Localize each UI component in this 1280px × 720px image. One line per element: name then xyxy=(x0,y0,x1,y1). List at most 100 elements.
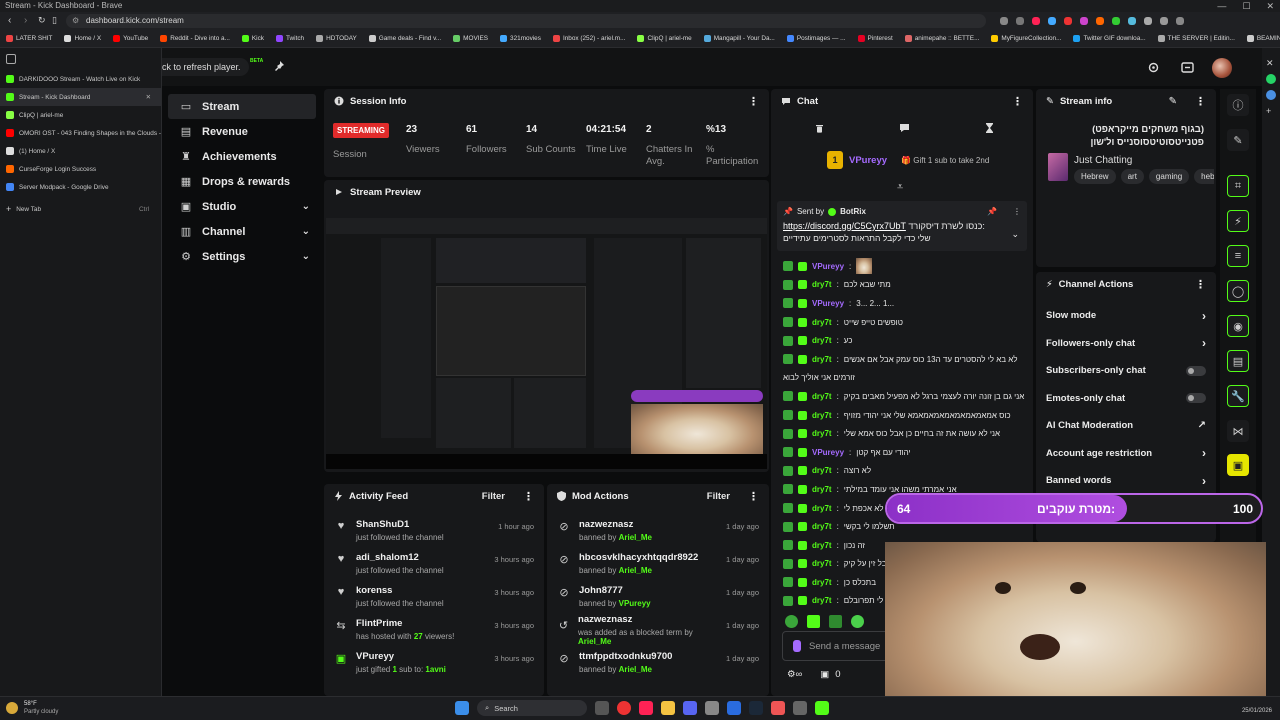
channel-action-subscribers-only-chat[interactable]: Subscribers-only chat xyxy=(1036,357,1216,385)
emote-icon[interactable] xyxy=(851,615,864,628)
expand-chevron-icon[interactable]: ⌄ xyxy=(1011,229,1019,240)
back-icon[interactable]: ‹ xyxy=(8,15,11,26)
chat-username[interactable]: dry7t xyxy=(812,429,832,438)
vertical-tab[interactable]: Server Modpack - Google Drive xyxy=(0,178,161,196)
trash-icon[interactable] xyxy=(815,123,824,133)
pin-tool-icon[interactable] xyxy=(273,60,285,72)
sidebar-item-settings[interactable]: ⚙ Settings ⌄ xyxy=(168,244,316,269)
mod-by-username[interactable]: VPureyy xyxy=(619,599,651,608)
chat-username[interactable]: VPureyy xyxy=(812,262,844,271)
channel-action-followers-only-chat[interactable]: Followers-only chat › xyxy=(1036,330,1216,358)
new-tab-button[interactable]: + New Tab Ctrl xyxy=(0,200,161,218)
menu-icon[interactable] xyxy=(1176,17,1184,25)
vertical-tab[interactable]: (1) Home / X xyxy=(0,142,161,160)
bookmark-item[interactable]: Pinterest xyxy=(857,30,893,47)
channel-action-slow-mode[interactable]: Slow mode › xyxy=(1036,302,1216,330)
bookmark-item[interactable]: Twitch xyxy=(276,30,304,47)
sidebar-item-stream[interactable]: ▭ Stream xyxy=(168,94,316,119)
steam-icon[interactable] xyxy=(749,701,763,715)
sidebar-item-drops[interactable]: ▦ Drops & rewards xyxy=(168,169,316,194)
channel-action-account-age-restriction[interactable]: Account age restriction › xyxy=(1036,440,1216,468)
discord-icon[interactable] xyxy=(683,701,697,715)
zoom-icon[interactable] xyxy=(1000,17,1008,25)
feed-username[interactable]: korenss xyxy=(356,585,444,596)
emote-icon[interactable] xyxy=(829,615,842,628)
chat-username[interactable]: dry7t xyxy=(812,336,832,345)
chat-username[interactable]: VPureyy xyxy=(812,299,844,308)
edit-icon[interactable]: ✎ xyxy=(1169,96,1177,107)
chat-mode-icon[interactable] xyxy=(899,123,910,133)
more-options-icon[interactable]: ⋮ xyxy=(1195,278,1206,291)
chat-username[interactable]: dry7t xyxy=(812,466,832,475)
highlight-icon[interactable]: ▣ xyxy=(1227,454,1249,476)
maximize-button[interactable]: ☐ xyxy=(1242,1,1250,12)
bookmark-item[interactable]: BEAMING MODS xyxy=(1246,30,1280,47)
extension-icon[interactable] xyxy=(1128,17,1136,25)
vertical-tab[interactable]: CurseForge Login Success xyxy=(0,160,161,178)
vertical-tab[interactable]: ClipQ | ariel-me xyxy=(0,106,161,124)
file-explorer-icon[interactable] xyxy=(661,701,675,715)
extension-icon[interactable] xyxy=(1144,17,1152,25)
community-points-icon[interactable]: ⚙∞ xyxy=(787,669,802,680)
reload-icon[interactable]: ↻ xyxy=(38,15,46,26)
crop-icon[interactable]: ⌗ xyxy=(1227,175,1249,197)
bookmark-item[interactable]: animepahe :: BETTE... xyxy=(904,30,979,47)
mod-by-username[interactable]: Ariel_Me xyxy=(619,665,652,674)
more-options-icon[interactable]: ⋮ xyxy=(523,490,534,503)
chat-username[interactable]: VPureyy xyxy=(812,448,844,457)
bookmark-item[interactable]: Home / X xyxy=(64,30,101,47)
site-info-icon[interactable]: ⚙ xyxy=(72,14,79,28)
bookmark-item[interactable]: Inbox (252) - ariel.m... xyxy=(552,30,625,47)
more-options-icon[interactable]: ⋮ xyxy=(748,95,759,108)
chat-username[interactable]: dry7t xyxy=(812,578,832,587)
chat-username[interactable]: dry7t xyxy=(812,355,832,364)
channel-action-ai-chat-moderation[interactable]: AI Chat Moderation ↗ xyxy=(1036,412,1216,440)
chevron-right-icon[interactable]: › xyxy=(1202,336,1206,350)
list-icon[interactable]: ≡ xyxy=(1227,245,1249,267)
sidebar-item-achievements[interactable]: ♜ Achievements xyxy=(168,144,316,169)
extension-icon[interactable] xyxy=(1112,17,1120,25)
extension-icon[interactable] xyxy=(1160,17,1168,25)
extension-icon[interactable] xyxy=(1064,17,1072,25)
forward-icon[interactable]: › xyxy=(24,15,27,26)
emote-icon[interactable] xyxy=(785,615,798,628)
sidebar-item-channel[interactable]: ▥ Channel ⌄ xyxy=(168,219,316,244)
chat-username[interactable]: dry7t xyxy=(812,504,832,513)
vertical-tab[interactable]: OMORI OST - 043 Finding Shapes in the Cl… xyxy=(0,124,161,142)
pinned-link[interactable]: https://discord.gg/C5Cyrx7UbT xyxy=(783,221,906,231)
chat-username[interactable]: dry7t xyxy=(812,541,832,550)
bookmark-item[interactable]: Twitter GIF downloa... xyxy=(1073,30,1146,47)
mod-filter-button[interactable]: Filter xyxy=(707,491,730,502)
chat-username[interactable]: dry7t xyxy=(812,318,832,327)
brave-shields-icon[interactable] xyxy=(1032,17,1040,25)
pen-icon[interactable]: ✎ xyxy=(1227,129,1249,151)
broadcast-icon[interactable]: ◉ xyxy=(1227,315,1249,337)
more-options-icon[interactable]: ⋮ xyxy=(1013,207,1021,216)
bookmark-item[interactable]: MOVIES xyxy=(453,30,488,47)
info-icon[interactable]: ⓘ xyxy=(1227,94,1249,116)
whatsapp-icon[interactable] xyxy=(1266,74,1276,84)
minimize-button[interactable]: — xyxy=(1217,1,1226,11)
chat-username[interactable]: dry7t xyxy=(812,559,832,568)
bookmark-item[interactable]: MyFigureCollection... xyxy=(991,30,1061,47)
bookmark-item[interactable]: Game deals - Find v... xyxy=(368,30,441,47)
more-options-icon[interactable]: ⋮ xyxy=(748,490,759,503)
bookmark-item[interactable]: Reddit - Dive into a... xyxy=(160,30,230,47)
extension-icon[interactable] xyxy=(1096,17,1104,25)
feed-username[interactable]: ShanShuD1 xyxy=(356,519,444,530)
bookmark-item[interactable]: LATER SHIT xyxy=(6,30,52,47)
channel-action-emotes-only-chat[interactable]: Emotes-only chat xyxy=(1036,385,1216,413)
mod-target-username[interactable]: nazweznasz xyxy=(578,614,718,625)
mod-target-username[interactable]: hbcosvklhacyxhtqqdr8922 xyxy=(579,552,698,563)
mod-by-username[interactable]: Ariel_Me xyxy=(619,566,652,575)
weather-widget[interactable]: 58°F Partly cloudy xyxy=(6,700,58,716)
vertical-tab[interactable]: Stream - Kick Dashboard ✕ xyxy=(0,88,161,106)
close-icon[interactable]: ✕ xyxy=(1266,58,1274,69)
extension-icon[interactable] xyxy=(1048,17,1056,25)
app-icon[interactable] xyxy=(771,701,785,715)
chat-username[interactable]: dry7t xyxy=(812,522,832,531)
stream-tag[interactable]: hebr xyxy=(1194,169,1214,184)
share-icon[interactable]: ⋈ xyxy=(1227,420,1249,442)
toggle-switch[interactable] xyxy=(1186,393,1206,404)
microphone-icon[interactable] xyxy=(793,640,801,652)
